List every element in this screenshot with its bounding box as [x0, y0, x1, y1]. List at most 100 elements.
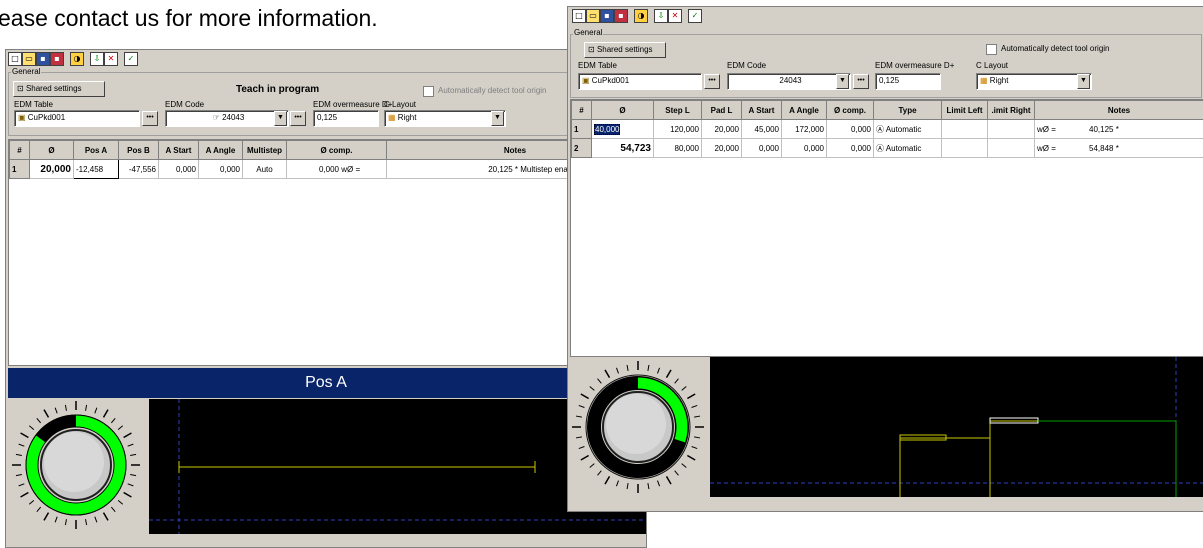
- delete-icon[interactable]: ✕: [104, 52, 118, 66]
- open-icon[interactable]: ▭: [586, 9, 600, 23]
- check-icon[interactable]: ✓: [124, 52, 138, 66]
- refresh-icon[interactable]: ◑: [634, 9, 648, 23]
- cell-limit-right[interactable]: [988, 139, 1035, 158]
- row-number[interactable]: 2: [572, 139, 592, 158]
- col-header[interactable]: Ø: [30, 141, 74, 160]
- cell-pos-a[interactable]: -12,458: [74, 160, 119, 179]
- cell-comp[interactable]: 0,000: [827, 120, 874, 139]
- cell-comp[interactable]: 0,000: [827, 139, 874, 158]
- col-header[interactable]: Pos A: [74, 141, 119, 160]
- cell-limit-right[interactable]: [988, 120, 1035, 139]
- cell-step-l[interactable]: 80,000: [654, 139, 702, 158]
- col-header[interactable]: .imit Right: [988, 101, 1035, 120]
- cell-notes[interactable]: wØ =54,848 *: [1035, 139, 1203, 158]
- row-number[interactable]: 1: [10, 160, 30, 179]
- col-header[interactable]: Notes: [1035, 101, 1203, 120]
- edm-code-value: 24043: [779, 76, 801, 85]
- col-header[interactable]: A Start: [742, 101, 782, 120]
- cell-a-angle[interactable]: 0,000: [782, 139, 827, 158]
- new-icon[interactable]: □: [8, 52, 22, 66]
- col-header[interactable]: Ø: [592, 101, 654, 120]
- col-header[interactable]: Limit Left: [942, 101, 988, 120]
- col-header[interactable]: Ø comp.: [827, 101, 874, 120]
- edm-code-field[interactable]: 24043: [727, 73, 851, 90]
- cell-a-start[interactable]: 0,000: [159, 160, 199, 179]
- cell-multistep[interactable]: Auto: [243, 160, 287, 179]
- dial-tick: [37, 418, 41, 423]
- w-label: wØ =: [1037, 125, 1089, 134]
- cell-limit-left[interactable]: [942, 139, 988, 158]
- col-header[interactable]: Type: [874, 101, 942, 120]
- cell-a-angle[interactable]: 172,000: [782, 120, 827, 139]
- left-dial[interactable]: [8, 399, 148, 534]
- table-row[interactable]: 1 20,000 -12,458 -47,556 0,000 0,000 Aut…: [10, 160, 644, 179]
- col-header[interactable]: Multistep: [243, 141, 287, 160]
- export-icon[interactable]: ⇩: [654, 9, 668, 23]
- cell-a-start[interactable]: 0,000: [742, 139, 782, 158]
- auto-detect-checkbox[interactable]: [986, 44, 997, 55]
- cell-pad-l[interactable]: 20,000: [702, 139, 742, 158]
- col-header[interactable]: Pos B: [119, 141, 159, 160]
- save-as-icon[interactable]: ▪: [50, 52, 64, 66]
- delete-icon[interactable]: ✕: [668, 9, 682, 23]
- new-icon[interactable]: □: [572, 9, 586, 23]
- shared-settings-label: Shared settings: [26, 84, 82, 93]
- cell-limit-left[interactable]: [942, 120, 988, 139]
- save-as-icon[interactable]: ▪: [614, 9, 628, 23]
- shared-settings-button[interactable]: ⊡ Shared settings: [13, 81, 105, 97]
- refresh-icon[interactable]: ◑: [70, 52, 84, 66]
- left-data-grid[interactable]: # Ø Pos A Pos B A Start A Angle Multiste…: [8, 139, 644, 366]
- auto-detect-checkbox[interactable]: [423, 86, 434, 97]
- edm-table-browse-button[interactable]: •••: [142, 111, 158, 126]
- c-layout-select[interactable]: ▦ Right: [384, 110, 506, 127]
- c-layout-select[interactable]: ▦ Right: [976, 73, 1092, 90]
- col-header[interactable]: A Angle: [199, 141, 243, 160]
- col-header[interactable]: Pad L: [702, 101, 742, 120]
- cell-a-angle[interactable]: 0,000: [199, 160, 243, 179]
- cell-comp[interactable]: 0,000 wØ =: [287, 160, 387, 179]
- table-row[interactable]: 2 54,723 80,000 20,000 0,000 0,000 0,000…: [572, 139, 1203, 158]
- table-row[interactable]: 1 40,000 120,000 20,000 45,000 172,000 0…: [572, 120, 1203, 139]
- cell-diameter[interactable]: 54,723: [592, 139, 654, 158]
- cell-notes[interactable]: wØ =40,125 *: [1035, 120, 1203, 139]
- cell-pos-b[interactable]: -47,556: [119, 160, 159, 179]
- cell-type[interactable]: Ⓐ Automatic: [874, 120, 942, 139]
- check-icon[interactable]: ✓: [688, 9, 702, 23]
- col-header[interactable]: Step L: [654, 101, 702, 120]
- col-header[interactable]: #: [572, 101, 592, 120]
- edm-code-browse-button[interactable]: •••: [290, 111, 306, 126]
- shared-settings-button[interactable]: ⊡ Shared settings: [584, 42, 666, 58]
- save-icon[interactable]: ▪: [600, 9, 614, 23]
- col-header[interactable]: Ø comp.: [287, 141, 387, 160]
- cell-step-l[interactable]: 120,000: [654, 120, 702, 139]
- c-layout-dropdown-button[interactable]: ▼: [1077, 74, 1090, 89]
- cell-type[interactable]: Ⓐ Automatic: [874, 139, 942, 158]
- c-layout-dropdown-button[interactable]: ▼: [491, 111, 504, 126]
- overmeasure-field[interactable]: 0,125: [875, 73, 941, 90]
- col-header[interactable]: #: [10, 141, 30, 160]
- right-data-grid[interactable]: # Ø Step L Pad L A Start A Angle Ø comp.…: [570, 99, 1203, 357]
- save-icon[interactable]: ▪: [36, 52, 50, 66]
- edm-code-dropdown-button[interactable]: ▼: [274, 111, 287, 126]
- cell-diameter[interactable]: 40,000: [592, 120, 654, 139]
- open-icon[interactable]: ▭: [22, 52, 36, 66]
- right-graph-canvas[interactable]: [710, 357, 1203, 497]
- selected-diameter[interactable]: 40,000: [594, 124, 620, 135]
- cell-pad-l[interactable]: 20,000: [702, 120, 742, 139]
- edm-table-label: EDM Table: [14, 100, 53, 109]
- export-icon[interactable]: ⇩: [90, 52, 104, 66]
- edm-table-field[interactable]: ▣ CuPkd001: [578, 73, 702, 90]
- right-dial[interactable]: [570, 357, 709, 497]
- edm-code-dropdown-button[interactable]: ▼: [836, 74, 849, 89]
- edm-table-browse-button[interactable]: •••: [704, 74, 720, 89]
- cell-a-start[interactable]: 45,000: [742, 120, 782, 139]
- overmeasure-field[interactable]: 0,125: [313, 110, 379, 127]
- row-number[interactable]: 1: [572, 120, 592, 139]
- cell-diameter[interactable]: 20,000: [30, 160, 74, 179]
- edm-code-browse-button[interactable]: •••: [853, 74, 869, 89]
- col-header[interactable]: A Start: [159, 141, 199, 160]
- edm-table-field[interactable]: ▣ CuPkd001: [14, 110, 140, 127]
- edm-code-field[interactable]: ☞ 24043: [165, 110, 289, 127]
- table-header-row: # Ø Pos A Pos B A Start A Angle Multiste…: [10, 141, 644, 160]
- col-header[interactable]: A Angle: [782, 101, 827, 120]
